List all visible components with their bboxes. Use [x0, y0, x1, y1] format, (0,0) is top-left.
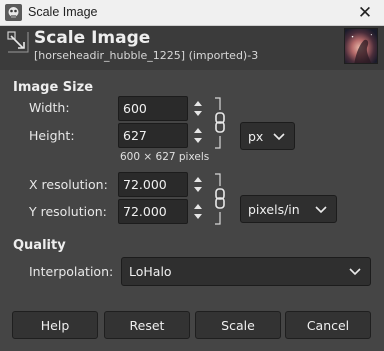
spin-up-icon[interactable] [194, 101, 202, 106]
image-thumbnail [344, 28, 378, 64]
help-button[interactable]: Help [12, 311, 98, 339]
resolution-chain-link-icon[interactable] [212, 172, 228, 226]
image-size-heading: Image Size [13, 80, 94, 95]
interpolation-select[interactable]: LoHalo [121, 257, 371, 286]
x-resolution-label: X resolution: [29, 177, 108, 192]
dialog-title: Scale Image [34, 28, 151, 48]
width-field[interactable]: 600 [118, 96, 188, 121]
cancel-button[interactable]: Cancel [285, 311, 371, 339]
chevron-down-icon [273, 133, 285, 141]
close-icon[interactable]: ✕ [346, 0, 384, 26]
scale-image-icon [7, 31, 29, 53]
y-resolution-label: Y resolution: [29, 204, 107, 219]
chevron-down-icon [315, 206, 327, 214]
width-spin-buttons[interactable] [194, 96, 203, 121]
interpolation-label: Interpolation: [29, 264, 114, 279]
height-spin-buttons[interactable] [194, 123, 203, 148]
spin-up-icon[interactable] [194, 177, 202, 182]
size-chain-link-icon[interactable] [212, 96, 228, 150]
window-titlebar[interactable]: Scale Image ✕ [0, 0, 384, 26]
gimp-app-icon [5, 4, 22, 21]
spin-up-icon[interactable] [194, 128, 202, 133]
spin-down-icon[interactable] [194, 187, 202, 192]
resolution-unit-select[interactable]: pixels/in [240, 195, 337, 223]
height-field[interactable]: 627 [118, 123, 188, 148]
image-name-subtitle: [horseheadir_hubble_1225] (imported)-3 [34, 49, 259, 62]
width-label: Width: [29, 100, 70, 115]
interpolation-value: LoHalo [129, 264, 172, 279]
x-resolution-spin-buttons[interactable] [194, 172, 203, 197]
scale-button[interactable]: Scale [195, 311, 281, 339]
y-resolution-field[interactable]: 72.000 [118, 199, 188, 224]
resolution-unit-value: pixels/in [248, 202, 300, 217]
size-unit-select[interactable]: px [240, 122, 295, 150]
pixel-dimensions-note: 600 × 627 pixels [120, 151, 210, 163]
spin-down-icon[interactable] [194, 111, 202, 116]
reset-button[interactable]: Reset [104, 311, 190, 339]
spin-up-icon[interactable] [194, 204, 202, 209]
spin-down-icon[interactable] [194, 214, 202, 219]
spin-down-icon[interactable] [194, 138, 202, 143]
x-resolution-field[interactable]: 72.000 [118, 172, 188, 197]
size-unit-value: px [248, 129, 264, 144]
y-resolution-spin-buttons[interactable] [194, 199, 203, 224]
window-title: Scale Image [28, 5, 98, 19]
dialog-header: Scale Image [horseheadir_hubble_1225] (i… [0, 26, 384, 70]
chevron-down-icon [349, 268, 361, 276]
quality-heading: Quality [13, 238, 66, 253]
height-label: Height: [29, 128, 75, 143]
scale-image-dialog: Scale Image [horseheadir_hubble_1225] (i… [0, 26, 384, 351]
